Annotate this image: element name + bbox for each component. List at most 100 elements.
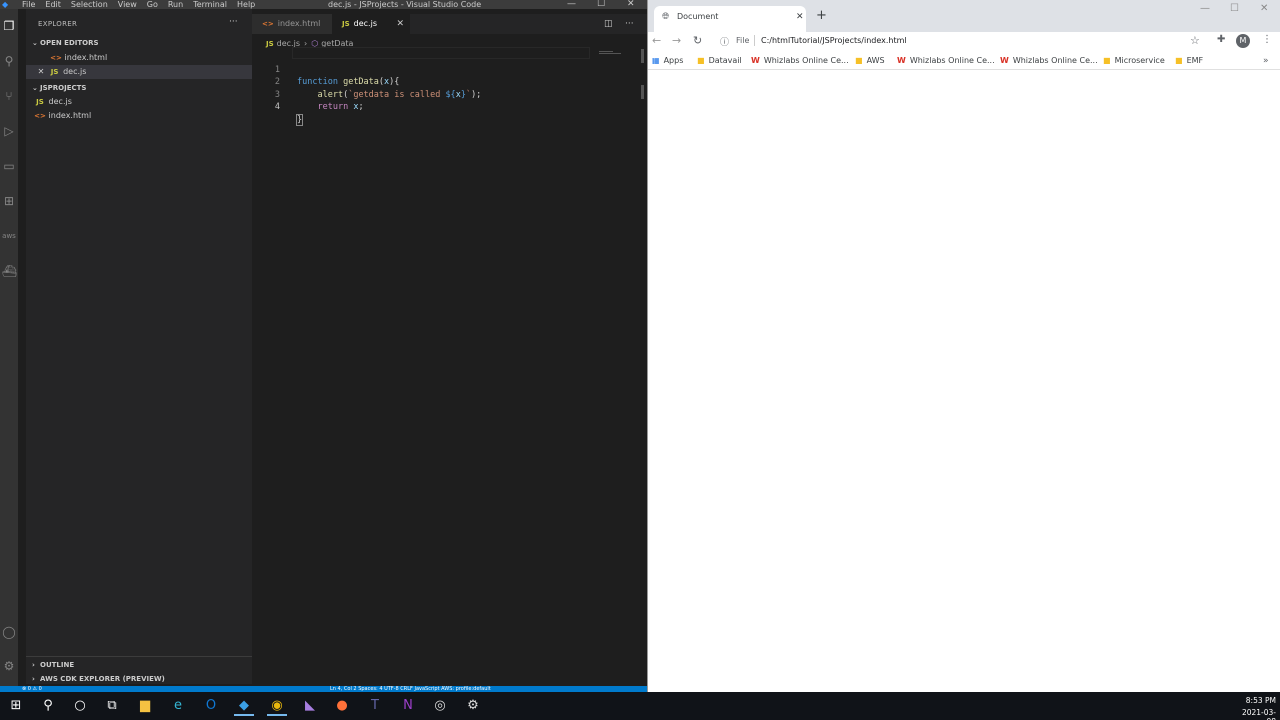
menu-file[interactable]: File <box>22 0 35 9</box>
close-tab-icon[interactable]: ✕ <box>796 6 804 28</box>
firefox-icon[interactable]: ● <box>332 696 352 716</box>
accounts-icon[interactable]: ◯ <box>2 625 16 639</box>
forward-arrow-icon[interactable]: → <box>672 34 681 47</box>
cortana-icon[interactable]: ○ <box>70 696 90 716</box>
new-tab-plus-icon[interactable]: + <box>816 8 827 23</box>
settings-gear-icon[interactable]: ⚙ <box>2 659 16 673</box>
browser-tab[interactable]: 🌐︎ Document ✕ <box>654 6 806 32</box>
js-file-icon: JS <box>266 40 274 48</box>
back-arrow-icon[interactable]: ← <box>652 34 661 47</box>
remote-explorer-icon[interactable]: ▭ <box>2 159 16 173</box>
scrollbar[interactable] <box>641 49 644 63</box>
visual-studio-icon[interactable]: ◣ <box>300 696 320 716</box>
obs-icon[interactable]: ◎ <box>430 696 450 716</box>
more-actions-icon[interactable]: ··· <box>625 14 634 34</box>
minimize-icon[interactable]: — <box>567 0 576 9</box>
code-editor[interactable]: 1 function getData(x){ 2 alert(`getdata … <box>252 51 647 126</box>
bookmark-apps[interactable]: ▦ Apps <box>652 52 683 70</box>
menu-run[interactable]: Run <box>168 0 183 9</box>
open-editor-label: dec.js <box>63 67 87 76</box>
chrome-menu-icon[interactable]: ⋮ <box>1262 34 1272 45</box>
menu-view[interactable]: View <box>118 0 137 9</box>
settings-gear-icon[interactable]: ⚙ <box>463 696 483 716</box>
file-tree-item[interactable]: JS dec.js <box>26 95 252 109</box>
bookmark-folder[interactable]: ■ Datavail <box>697 52 742 70</box>
close-window-icon[interactable]: ✕ <box>627 0 635 9</box>
profile-avatar[interactable]: M <box>1236 34 1250 48</box>
close-window-icon[interactable]: ✕ <box>1260 3 1268 14</box>
clock-date[interactable]: 2021-03-08 <box>1234 708 1276 720</box>
aws-icon[interactable]: aws <box>2 229 16 243</box>
chrome-window: 🌐︎ Document ✕ + — ☐ ✕ ← → ↻ ⓘ File C:/ht… <box>647 0 1280 692</box>
docker-icon[interactable]: ⛴ <box>2 264 17 278</box>
explorer-files-icon[interactable]: ❐ <box>2 19 16 33</box>
open-editor-item[interactable]: <> index.html <box>26 51 252 65</box>
chevron-double-right-icon[interactable]: » <box>1263 52 1269 70</box>
address-bar[interactable]: C:/htmlTutorial/JSProjects/index.html <box>761 36 907 45</box>
js-file-icon: JS <box>50 68 59 76</box>
bookmark-label: EMF <box>1186 56 1204 65</box>
extensions-puzzle-icon[interactable]: ✚ <box>1217 34 1225 45</box>
menu-go[interactable]: Go <box>147 0 158 9</box>
close-tab-icon[interactable]: ✕ <box>396 14 404 34</box>
tab-label: index.html <box>277 19 321 28</box>
chrome-taskbar-icon[interactable]: ◉ <box>267 696 287 716</box>
bookmark-link[interactable]: W Whizlabs Online Ce... <box>751 52 849 70</box>
close-icon[interactable]: ✕ <box>36 65 46 79</box>
open-editors-header[interactable]: ⌄ OPEN EDITORS <box>26 37 252 49</box>
info-icon[interactable]: ⓘ <box>720 35 729 48</box>
bookmark-link[interactable]: W Whizlabs Online Ce... <box>1000 52 1098 70</box>
menu-terminal[interactable]: Terminal <box>193 0 227 9</box>
menu-help[interactable]: Help <box>237 0 255 9</box>
search-icon[interactable]: ⚲ <box>38 696 58 716</box>
file-tree-item[interactable]: <> index.html <box>26 109 252 123</box>
reload-icon[interactable]: ↻ <box>693 34 702 47</box>
outline-header[interactable]: › OUTLINE <box>26 659 252 671</box>
menu-selection[interactable]: Selection <box>71 0 108 9</box>
vscode-taskbar-icon[interactable]: ◆ <box>234 696 254 716</box>
file-explorer-icon[interactable]: ▆ <box>135 696 155 716</box>
menu-edit[interactable]: Edit <box>45 0 61 9</box>
teams-icon[interactable]: T <box>365 696 385 716</box>
aws-cdk-explorer-label: AWS CDK EXPLORER (PREVIEW) <box>40 675 165 683</box>
bookmark-folder[interactable]: ■ Microservice <box>1103 52 1165 70</box>
apps-grid-icon: ▦ <box>652 56 660 65</box>
minimize-icon[interactable]: — <box>1200 3 1210 14</box>
tab-dec-js[interactable]: JS dec.js ✕ <box>332 14 410 34</box>
clock-time[interactable]: 8:53 PM <box>1234 696 1276 705</box>
maximize-icon[interactable]: ☐ <box>1230 3 1239 14</box>
source-control-icon[interactable]: ⑂ <box>2 89 16 103</box>
maximize-icon[interactable]: ☐ <box>597 0 605 9</box>
search-icon[interactable]: ⚲ <box>2 54 16 68</box>
address-divider <box>754 35 755 46</box>
more-actions-icon[interactable]: ··· <box>229 17 238 27</box>
edge-browser-icon[interactable]: e <box>168 696 188 716</box>
bookmark-folder[interactable]: ■ EMF <box>1175 52 1203 70</box>
vscode-menubar: ◆ File Edit Selection View Go Run Termin… <box>0 0 647 9</box>
run-debug-icon[interactable]: ▷ <box>2 124 16 138</box>
extensions-icon[interactable]: ⊞ <box>2 194 16 208</box>
page-viewport[interactable] <box>648 71 1280 692</box>
outlook-icon[interactable]: O <box>201 696 221 716</box>
bookmark-label: Whizlabs Online Ce... <box>763 56 849 65</box>
open-editor-item-active[interactable]: ✕ JS dec.js <box>26 65 252 79</box>
activity-bar: ❐ ⚲ ⑂ ▷ ▭ ⊞ aws ⛴ ◯ ⚙ <box>0 9 18 692</box>
aws-cdk-explorer-header[interactable]: › AWS CDK EXPLORER (PREVIEW) <box>26 673 252 685</box>
onenote-icon[interactable]: N <box>398 696 418 716</box>
editor-area: <> index.html JS dec.js ✕ ◫ ··· JS dec.js › ⬡… <box>252 9 647 683</box>
browser-tab-title: Document <box>677 12 719 21</box>
task-view-icon[interactable]: ⧉ <box>102 696 122 716</box>
bookmark-link[interactable]: W Whizlabs Online Ce... <box>897 52 995 70</box>
bookmark-label: Apps <box>663 56 684 65</box>
project-folder-header[interactable]: ⌄ JSPROJECTS <box>26 82 252 94</box>
windows-start-icon[interactable]: ⊞ <box>6 696 26 716</box>
html-file-icon: <> <box>34 112 46 120</box>
bookmark-star-icon[interactable]: ☆ <box>1190 34 1200 47</box>
split-editor-icon[interactable]: ◫ <box>604 14 613 34</box>
project-folder-label: JSPROJECTS <box>40 84 87 92</box>
bookmark-folder[interactable]: ■ AWS <box>855 52 885 70</box>
tab-index-html[interactable]: <> index.html <box>252 14 332 34</box>
vscode-logo-icon: ◆ <box>2 0 9 9</box>
chevron-right-icon: › <box>32 661 35 669</box>
minimap[interactable] <box>599 51 621 57</box>
